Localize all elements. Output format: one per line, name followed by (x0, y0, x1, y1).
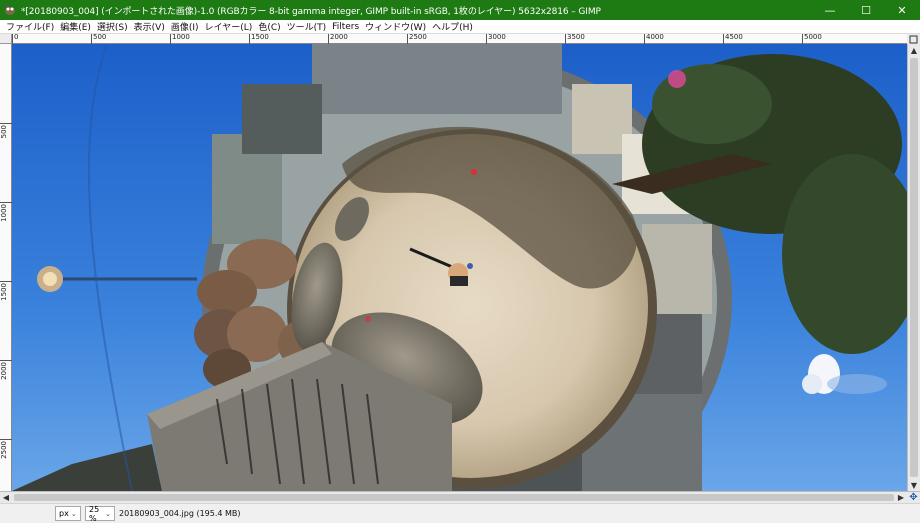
ruler-label: 1500 (0, 283, 8, 301)
vertical-ruler[interactable]: 500 1000 1500 2000 2500 (0, 44, 12, 491)
zoom-to-fit-button[interactable] (907, 34, 920, 44)
menu-help[interactable]: ヘルプ(H) (429, 20, 476, 33)
ruler-label: 0 (14, 33, 19, 41)
menu-edit[interactable]: 編集(E) (57, 20, 94, 33)
minimize-button[interactable]: — (812, 0, 848, 20)
menu-bar: ファイル(F) 編集(E) 選択(S) 表示(V) 画像(I) レイヤー(L) … (0, 20, 920, 34)
ruler-label: 3500 (567, 33, 585, 41)
ruler-label: 1000 (0, 204, 8, 222)
menu-windows[interactable]: ウィンドウ(W) (362, 20, 429, 33)
scroll-right-arrow-icon[interactable]: ▶ (895, 492, 907, 503)
ruler-label: 1500 (251, 33, 269, 41)
menu-tools[interactable]: ツール(T) (284, 20, 330, 33)
file-info: 20180903_004.jpg (195.4 MB) (119, 509, 241, 518)
menu-select[interactable]: 選択(S) (94, 20, 131, 33)
menu-image[interactable]: 画像(I) (168, 20, 202, 33)
quick-mask-corner[interactable] (0, 34, 12, 44)
ruler-label: 4500 (725, 33, 743, 41)
ruler-label: 500 (0, 125, 8, 139)
ruler-label: 3000 (488, 33, 506, 41)
ruler-label: 2000 (0, 362, 8, 380)
vertical-scrollbar[interactable]: ▲ ▼ (907, 44, 920, 491)
menu-filters[interactable]: Filters (329, 22, 362, 32)
menu-file[interactable]: ファイル(F) (3, 20, 57, 33)
horizontal-scrollbar[interactable]: ◀ ▶ ✥ (0, 491, 920, 503)
ruler-label: 5000 (804, 33, 822, 41)
ruler-label: 2500 (409, 33, 427, 41)
scroll-up-arrow-icon[interactable]: ▲ (908, 44, 920, 56)
vertical-scroll-thumb[interactable] (910, 58, 918, 477)
menu-colors[interactable]: 色(C) (255, 20, 283, 33)
resize-icon (909, 35, 918, 43)
status-bar: px ⌄ 25 % ⌄ 20180903_004.jpg (195.4 MB) (0, 503, 920, 523)
gimp-icon (4, 3, 15, 15)
horizontal-ruler[interactable]: 0 500 1000 1500 2000 2500 3000 3500 4000… (12, 34, 907, 44)
ruler-label: 2000 (330, 33, 348, 41)
unit-value: px (59, 509, 69, 518)
ruler-label: 4000 (646, 33, 664, 41)
title-bar: *[20180903_004] (インポートされた画像)-1.0 (RGBカラー… (0, 0, 920, 20)
horizontal-scroll-thumb[interactable] (14, 494, 894, 501)
close-button[interactable]: ✕ (884, 0, 920, 20)
zoom-select[interactable]: 25 % ⌄ (85, 504, 115, 523)
ruler-label: 500 (93, 33, 107, 41)
navigate-icon[interactable]: ✥ (907, 492, 920, 503)
menu-view[interactable]: 表示(V) (131, 20, 168, 33)
unit-select[interactable]: px ⌄ (55, 506, 81, 521)
panorama-image (12, 44, 907, 491)
zoom-value: 25 % (89, 504, 100, 523)
image-canvas[interactable] (12, 44, 907, 491)
chevron-down-icon: ⌄ (70, 509, 77, 518)
window-title: *[20180903_004] (インポートされた画像)-1.0 (RGBカラー… (21, 6, 601, 17)
chevron-down-icon: ⌄ (105, 509, 111, 518)
scroll-down-arrow-icon[interactable]: ▼ (908, 479, 920, 491)
scroll-left-arrow-icon[interactable]: ◀ (0, 492, 12, 503)
maximize-button[interactable]: ☐ (848, 0, 884, 20)
menu-layer[interactable]: レイヤー(L) (202, 20, 256, 33)
ruler-label: 1000 (172, 33, 190, 41)
ruler-label: 2500 (0, 441, 8, 459)
